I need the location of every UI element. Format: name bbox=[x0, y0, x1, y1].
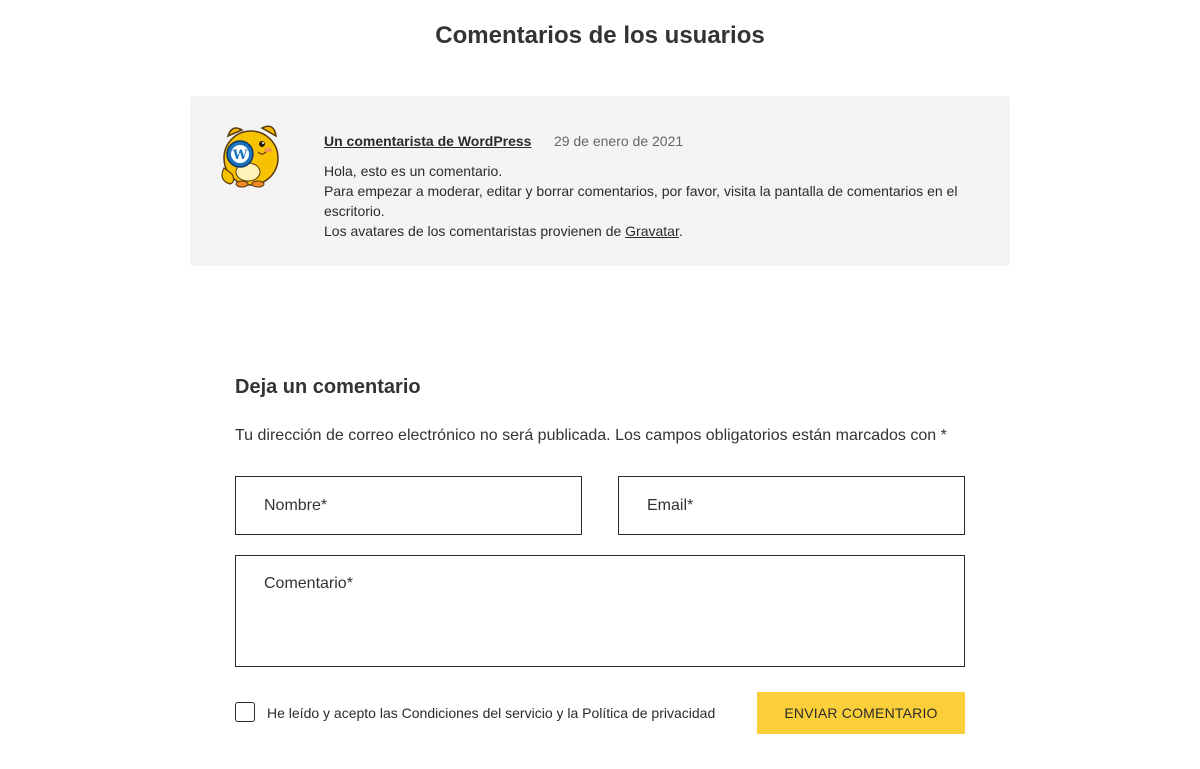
wapuu-avatar-icon: W bbox=[218, 122, 280, 188]
comment-line-text: Los avatares de los comentaristas provie… bbox=[324, 223, 626, 239]
name-field[interactable] bbox=[235, 476, 582, 535]
page: Comentarios de los usuarios W Un comenta… bbox=[0, 0, 1200, 769]
form-notes: Tu dirección de correo electrónico no se… bbox=[235, 427, 947, 444]
comment-text: Hola, esto es un comentario. Para empeza… bbox=[324, 161, 974, 241]
comment-line: Los avatares de los comentaristas provie… bbox=[324, 221, 974, 241]
comment-card: W Un comentarista de WordPress 29 de ene… bbox=[190, 96, 1010, 266]
comment-line-period: . bbox=[678, 223, 683, 239]
gravatar-link[interactable]: Gravatar bbox=[625, 223, 679, 239]
comments-title: Comentarios de los usuarios bbox=[435, 22, 765, 49]
comment-body: Un comentarista de WordPress 29 de enero… bbox=[324, 130, 974, 241]
submit-comment-button[interactable]: ENVIAR COMENTARIO bbox=[757, 692, 965, 734]
comment-author-link[interactable]: Un comentarista de WordPress bbox=[324, 133, 531, 149]
comment-line: Hola, esto es un comentario. bbox=[324, 163, 503, 179]
comment-meta: Un comentarista de WordPress 29 de enero… bbox=[324, 130, 974, 152]
svg-text:W: W bbox=[232, 148, 248, 163]
comment-line: Para empezar a moderar, editar y borrar … bbox=[324, 183, 958, 219]
email-field[interactable] bbox=[618, 476, 965, 535]
reply-title: Deja un comentario bbox=[235, 376, 421, 398]
consent-label[interactable]: He leído y acepto las Condiciones del se… bbox=[267, 704, 715, 722]
comment-field[interactable] bbox=[235, 555, 965, 667]
consent-checkbox[interactable] bbox=[235, 702, 255, 722]
comment-date: 29 de enero de 2021 bbox=[553, 133, 684, 149]
